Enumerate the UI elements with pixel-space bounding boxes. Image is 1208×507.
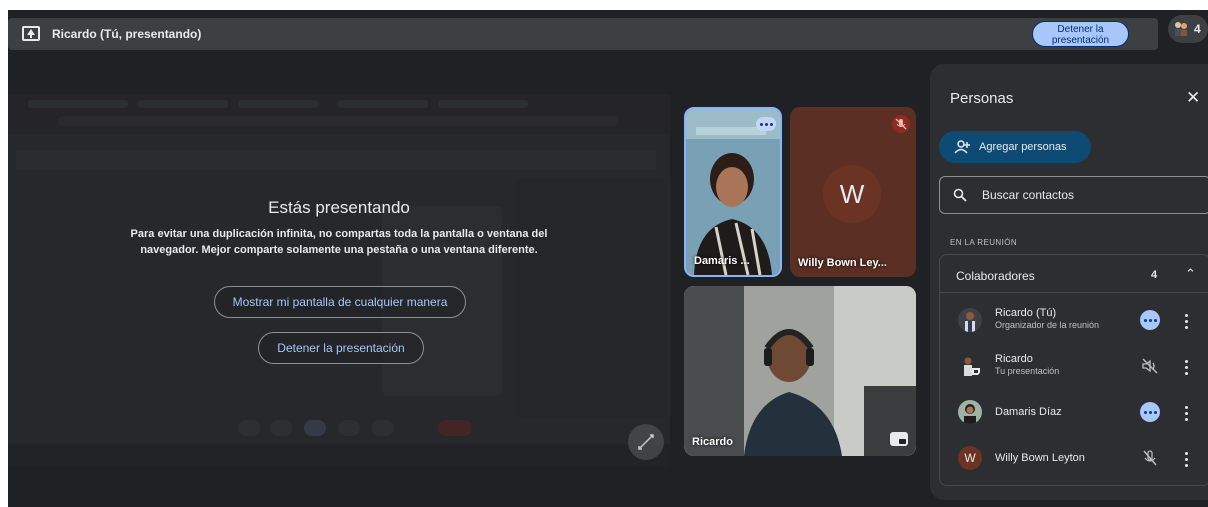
stop-presenting-button[interactable]: Detener la presentación xyxy=(258,332,424,364)
avatar: W xyxy=(958,446,982,470)
search-box[interactable] xyxy=(939,176,1208,214)
panel-title: Personas xyxy=(950,90,1014,107)
kebab-menu-icon[interactable] xyxy=(1181,311,1191,331)
presenting-heading: Estás presentando xyxy=(268,198,410,217)
avatar: W xyxy=(823,165,881,223)
add-people-label: Agregar personas xyxy=(979,141,1067,153)
people-avatars-icon xyxy=(1175,22,1187,36)
close-icon[interactable]: ✕ xyxy=(1186,88,1200,108)
participant-row: Damaris Díaz xyxy=(940,391,1208,437)
dim-overlay xyxy=(8,94,670,467)
stop-presenting-top-button[interactable]: Detener la presentación xyxy=(1032,21,1129,47)
expand-icon xyxy=(638,434,654,450)
search-icon xyxy=(953,188,967,202)
video-tile-ricardo[interactable]: Ricardo xyxy=(684,286,916,456)
avatar-letter: W xyxy=(964,451,976,465)
participant-count: 4 xyxy=(1194,22,1201,36)
participant-name: Ricardo (Tú) xyxy=(995,307,1057,319)
group-label: Colaboradores xyxy=(956,269,1035,283)
presentation-avatar xyxy=(958,354,982,378)
more-options-icon[interactable] xyxy=(1140,402,1160,422)
participant-row: W Willy Bown Leyton xyxy=(940,437,1208,483)
group-count: 4 xyxy=(1151,269,1158,281)
avatar xyxy=(958,308,982,332)
presenting-warning: Para evitar una duplicación infinita, no… xyxy=(130,228,548,256)
presenting-bar: Ricardo (Tú, presentando) Detener la pre… xyxy=(8,18,1158,50)
collaborators-header[interactable]: Colaboradores 4 ⌃ xyxy=(940,255,1208,293)
participant-name: Ricardo xyxy=(995,353,1033,365)
people-count-button[interactable]: 4 xyxy=(1168,15,1208,43)
search-contacts-input[interactable] xyxy=(982,177,1182,213)
kebab-menu-icon[interactable] xyxy=(1181,357,1191,377)
participant-name: Willy Bown Leyton xyxy=(995,452,1085,464)
picture-in-picture-icon[interactable] xyxy=(890,432,908,446)
collaborators-group: Colaboradores 4 ⌃ Ricardo (Tú) Organizad… xyxy=(939,254,1208,486)
add-person-icon xyxy=(954,140,970,154)
add-people-button[interactable]: Agregar personas xyxy=(939,131,1091,163)
present-screen-icon xyxy=(22,26,40,41)
participant-role: Tu presentación xyxy=(995,366,1060,376)
presentation-preview: Estás presentando Para evitar una duplic… xyxy=(8,94,670,467)
chevron-up-icon[interactable]: ⌃ xyxy=(1185,266,1196,282)
more-options-icon[interactable] xyxy=(1140,310,1160,330)
people-panel: Personas ✕ Agregar personas EN LA REUNIÓ… xyxy=(930,64,1208,500)
tile-name: Willy Bown Ley... xyxy=(798,257,887,269)
mic-off-icon xyxy=(892,115,910,133)
show-screen-anyway-button[interactable]: Mostrar mi pantalla de cualquier manera xyxy=(214,286,466,318)
video-tile-willy[interactable]: W Willy Bown Ley... xyxy=(790,107,916,277)
kebab-menu-icon[interactable] xyxy=(1181,449,1191,469)
in-meeting-label: EN LA REUNIÓN xyxy=(950,238,1017,247)
presenter-title: Ricardo (Tú, presentando) xyxy=(52,27,202,41)
ricardo-video xyxy=(684,286,916,456)
tile-name: Ricardo xyxy=(692,436,733,448)
participant-row: Ricardo Tu presentación xyxy=(940,345,1208,391)
participant-role: Organizador de la reunión xyxy=(995,320,1100,330)
audio-off-icon xyxy=(1140,356,1160,376)
damaris-video xyxy=(686,109,780,275)
kebab-menu-icon[interactable] xyxy=(1181,403,1191,423)
participant-row: Ricardo (Tú) Organizador de la reunión xyxy=(940,299,1208,345)
tile-more-options-icon[interactable] xyxy=(756,117,776,131)
mic-off-icon xyxy=(1140,448,1160,468)
tile-name: Damaris ... xyxy=(694,255,750,267)
expand-presentation-button[interactable] xyxy=(628,424,664,460)
video-tile-damaris[interactable]: Damaris ... xyxy=(684,107,782,277)
meet-window: Ricardo (Tú, presentando) Detener la pre… xyxy=(8,10,1208,507)
avatar xyxy=(958,400,982,424)
participant-name: Damaris Díaz xyxy=(995,406,1062,418)
